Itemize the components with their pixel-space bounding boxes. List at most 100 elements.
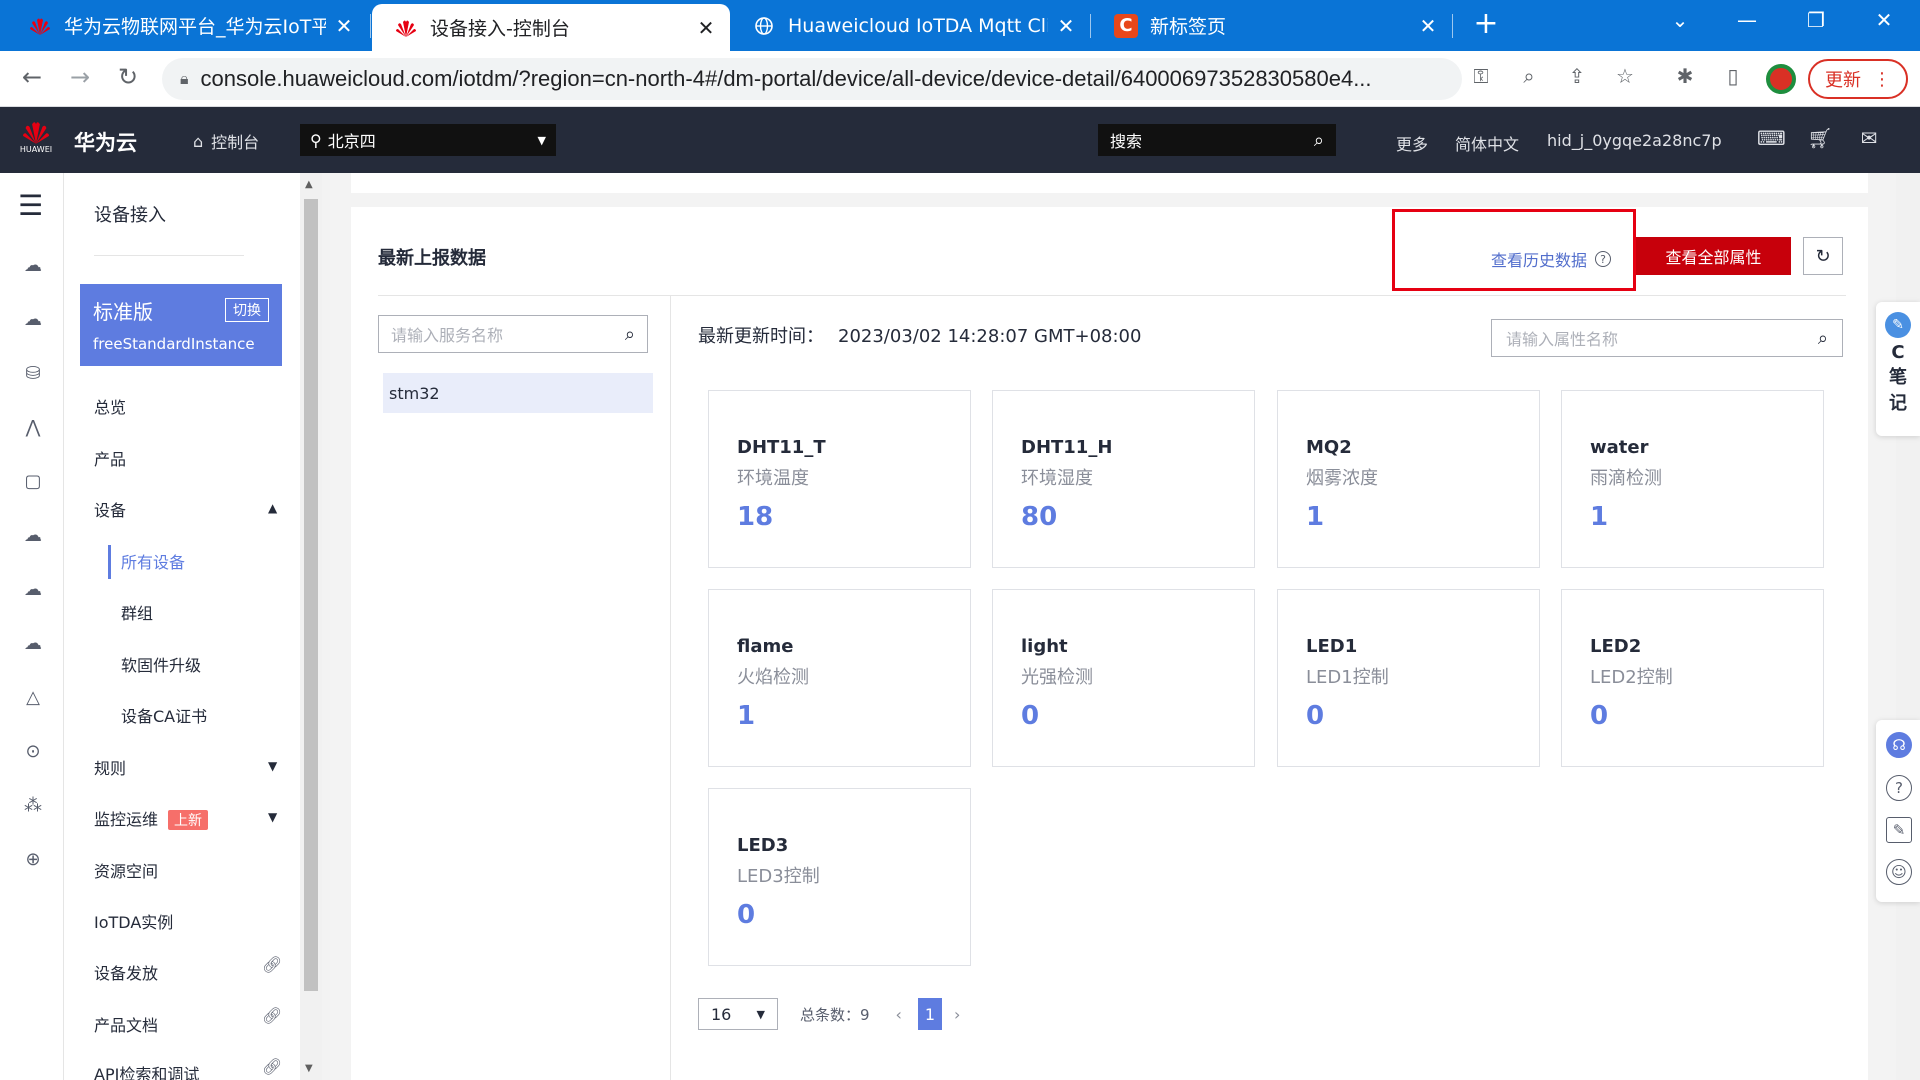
- share-icon[interactable]: ⇪: [1562, 64, 1592, 88]
- help-icon[interactable]: ?: [1886, 775, 1912, 801]
- sidebar-scrollbar[interactable]: ▲ ▼: [300, 173, 322, 1080]
- sidebar-item-monitoring[interactable]: 监控运维 上新: [94, 806, 209, 830]
- sidebar-item-api-explorer[interactable]: API检索和调试: [94, 1061, 199, 1080]
- cloud-outline-icon[interactable]: ☁: [19, 521, 47, 549]
- storage-icon[interactable]: ▢: [19, 467, 47, 495]
- page-size-select[interactable]: 16 ▼: [698, 998, 778, 1030]
- view-history-link[interactable]: 查看历史数据 ?: [1491, 247, 1612, 271]
- minimize-icon[interactable]: —: [1717, 8, 1777, 32]
- property-card: DHT11_H 环境湿度 80: [992, 390, 1255, 568]
- sidebar-item-overview[interactable]: 总览: [94, 394, 126, 418]
- refresh-icon[interactable]: ↻: [1803, 237, 1843, 275]
- extensions-icon[interactable]: ✱: [1670, 64, 1700, 88]
- cluster-icon[interactable]: ⁂: [19, 791, 47, 819]
- chevron-down-icon[interactable]: ▼: [268, 810, 277, 824]
- chevron-down-icon[interactable]: ▼: [268, 759, 277, 773]
- header-search-input[interactable]: 搜索 ⌕: [1098, 124, 1336, 156]
- side-panel-icon[interactable]: ▯: [1718, 64, 1748, 88]
- close-tab-icon[interactable]: ✕: [334, 14, 354, 38]
- cart-icon[interactable]: 🛒︎: [1806, 126, 1834, 150]
- key-icon[interactable]: ⚿: [1466, 64, 1496, 88]
- property-description: LED3控制: [737, 866, 820, 887]
- property-description: LED2控制: [1590, 667, 1673, 688]
- chevron-right-icon[interactable]: ›: [954, 1005, 960, 1024]
- user-account[interactable]: hid_j_0ygqe2a28nc7p: [1547, 131, 1722, 150]
- sidebar-item-resource-space[interactable]: 资源空间: [94, 858, 158, 882]
- tab-mqtt-client[interactable]: Huaweicloud IoTDA Mqtt Client ✕: [730, 0, 1090, 51]
- note-char: 记: [1889, 393, 1907, 414]
- cloud-sync-icon[interactable]: ☁: [19, 629, 47, 657]
- close-tab-icon[interactable]: ✕: [1056, 14, 1076, 38]
- update-button[interactable]: 更新 ⋮: [1808, 59, 1908, 99]
- profile-avatar[interactable]: [1766, 64, 1796, 94]
- tab-device-access-console[interactable]: 设备接入-控制台 ✕: [372, 4, 730, 51]
- cloud-upload-icon[interactable]: ☁: [19, 575, 47, 603]
- c-notes-widget[interactable]: ✎ C 笔 记: [1876, 302, 1920, 436]
- huawei-logo[interactable]: HUAWEI: [16, 119, 56, 161]
- smiley-icon[interactable]: ☺: [1886, 859, 1912, 885]
- bookmark-star-icon[interactable]: ☆: [1610, 64, 1640, 88]
- language-switch[interactable]: 简体中文: [1455, 131, 1519, 155]
- property-card: flame 火焰检测 1: [708, 589, 971, 767]
- sidebar-item-device[interactable]: 设备: [94, 497, 126, 521]
- hamburger-menu-icon[interactable]: ☰: [18, 189, 43, 222]
- region-value: 北京四: [327, 132, 376, 151]
- help-icon[interactable]: ?: [1595, 251, 1612, 267]
- tab-new-tab-page[interactable]: C 新标签页 ✕: [1092, 0, 1452, 51]
- sidebar-item-rules[interactable]: 规则: [94, 755, 126, 779]
- scroll-up-icon[interactable]: ▲: [305, 179, 313, 190]
- cloud-shell-icon[interactable]: ⌨: [1757, 126, 1786, 150]
- tab-title: Huaweicloud IoTDA Mqtt Client: [788, 14, 1048, 37]
- new-tab-button[interactable]: +: [1466, 6, 1506, 41]
- url-field[interactable]: 🔒︎ console.huaweicloud.com/iotdm/?region…: [162, 58, 1462, 100]
- database-icon[interactable]: ⛁: [19, 359, 47, 387]
- message-icon[interactable]: ✉: [1855, 126, 1883, 150]
- more-menu[interactable]: 更多: [1396, 131, 1428, 155]
- scrollbar-thumb[interactable]: [304, 199, 318, 991]
- tab-search-icon[interactable]: ⌄: [1650, 8, 1710, 32]
- global-network-icon[interactable]: ⊕: [19, 845, 47, 873]
- sidebar-item-product-docs[interactable]: 产品文档: [94, 1012, 158, 1036]
- menu-dots-icon: ⋮: [1873, 68, 1891, 90]
- view-all-properties-button[interactable]: 查看全部属性: [1636, 237, 1791, 275]
- cloud-icon[interactable]: ☁: [19, 305, 47, 333]
- feedback-icon[interactable]: ✎: [1886, 817, 1912, 843]
- sidebar-item-firmware[interactable]: 软固件升级: [121, 652, 201, 676]
- chevron-up-icon[interactable]: ▲: [268, 501, 277, 515]
- cloud-server-icon[interactable]: ☁: [19, 251, 47, 279]
- note-char: C: [1891, 342, 1905, 363]
- restore-icon[interactable]: ❐: [1786, 8, 1846, 32]
- chevron-down-icon: ▼: [537, 133, 546, 147]
- sidebar-item-group[interactable]: 群组: [121, 600, 153, 624]
- sidebar-item-product[interactable]: 产品: [94, 446, 126, 470]
- console-home-link[interactable]: ⌂ 控制台: [193, 129, 259, 153]
- zoom-icon[interactable]: ⌕: [1514, 64, 1544, 88]
- sidebar-item-all-devices[interactable]: 所有设备: [121, 549, 185, 573]
- page-number-current[interactable]: 1: [917, 998, 942, 1030]
- customer-service-icon[interactable]: ☊: [1886, 732, 1912, 758]
- sidebar-item-ca-cert[interactable]: 设备CA证书: [121, 703, 207, 727]
- forward-icon[interactable]: →: [64, 63, 96, 91]
- switch-edition-button[interactable]: 切换: [225, 298, 269, 322]
- update-time-label: 最新更新时间：: [698, 326, 824, 347]
- property-search-input[interactable]: 请输入属性名称 ⌕: [1491, 319, 1843, 357]
- reload-icon[interactable]: ↻: [112, 63, 144, 91]
- region-select[interactable]: ⚲ 北京四 ▼: [300, 124, 556, 156]
- scroll-down-icon[interactable]: ▼: [305, 1063, 313, 1074]
- sidebar-item-provisioning[interactable]: 设备发放: [94, 960, 158, 984]
- service-list-item[interactable]: stm32: [383, 373, 653, 413]
- network-icon[interactable]: ⋀: [19, 413, 47, 441]
- chevron-left-icon[interactable]: ‹: [896, 1005, 902, 1024]
- pyramid-icon[interactable]: △: [19, 683, 47, 711]
- tab-separator: [1452, 14, 1453, 38]
- close-window-icon[interactable]: ✕: [1854, 8, 1914, 32]
- sidebar-item-iotda-instance[interactable]: IoTDA实例: [94, 909, 173, 933]
- close-tab-icon[interactable]: ✕: [1418, 14, 1438, 38]
- brand-name[interactable]: 华为云: [74, 127, 137, 157]
- property-value: 0: [1590, 701, 1609, 731]
- back-icon[interactable]: ←: [16, 63, 48, 91]
- ip-icon[interactable]: ⊙: [19, 737, 47, 765]
- tab-huawei-iot-platform[interactable]: 华为云物联网平台_华为云IoT平台 ✕: [6, 0, 368, 51]
- service-search-input[interactable]: 请输入服务名称 ⌕: [378, 315, 648, 353]
- close-tab-icon[interactable]: ✕: [696, 16, 716, 40]
